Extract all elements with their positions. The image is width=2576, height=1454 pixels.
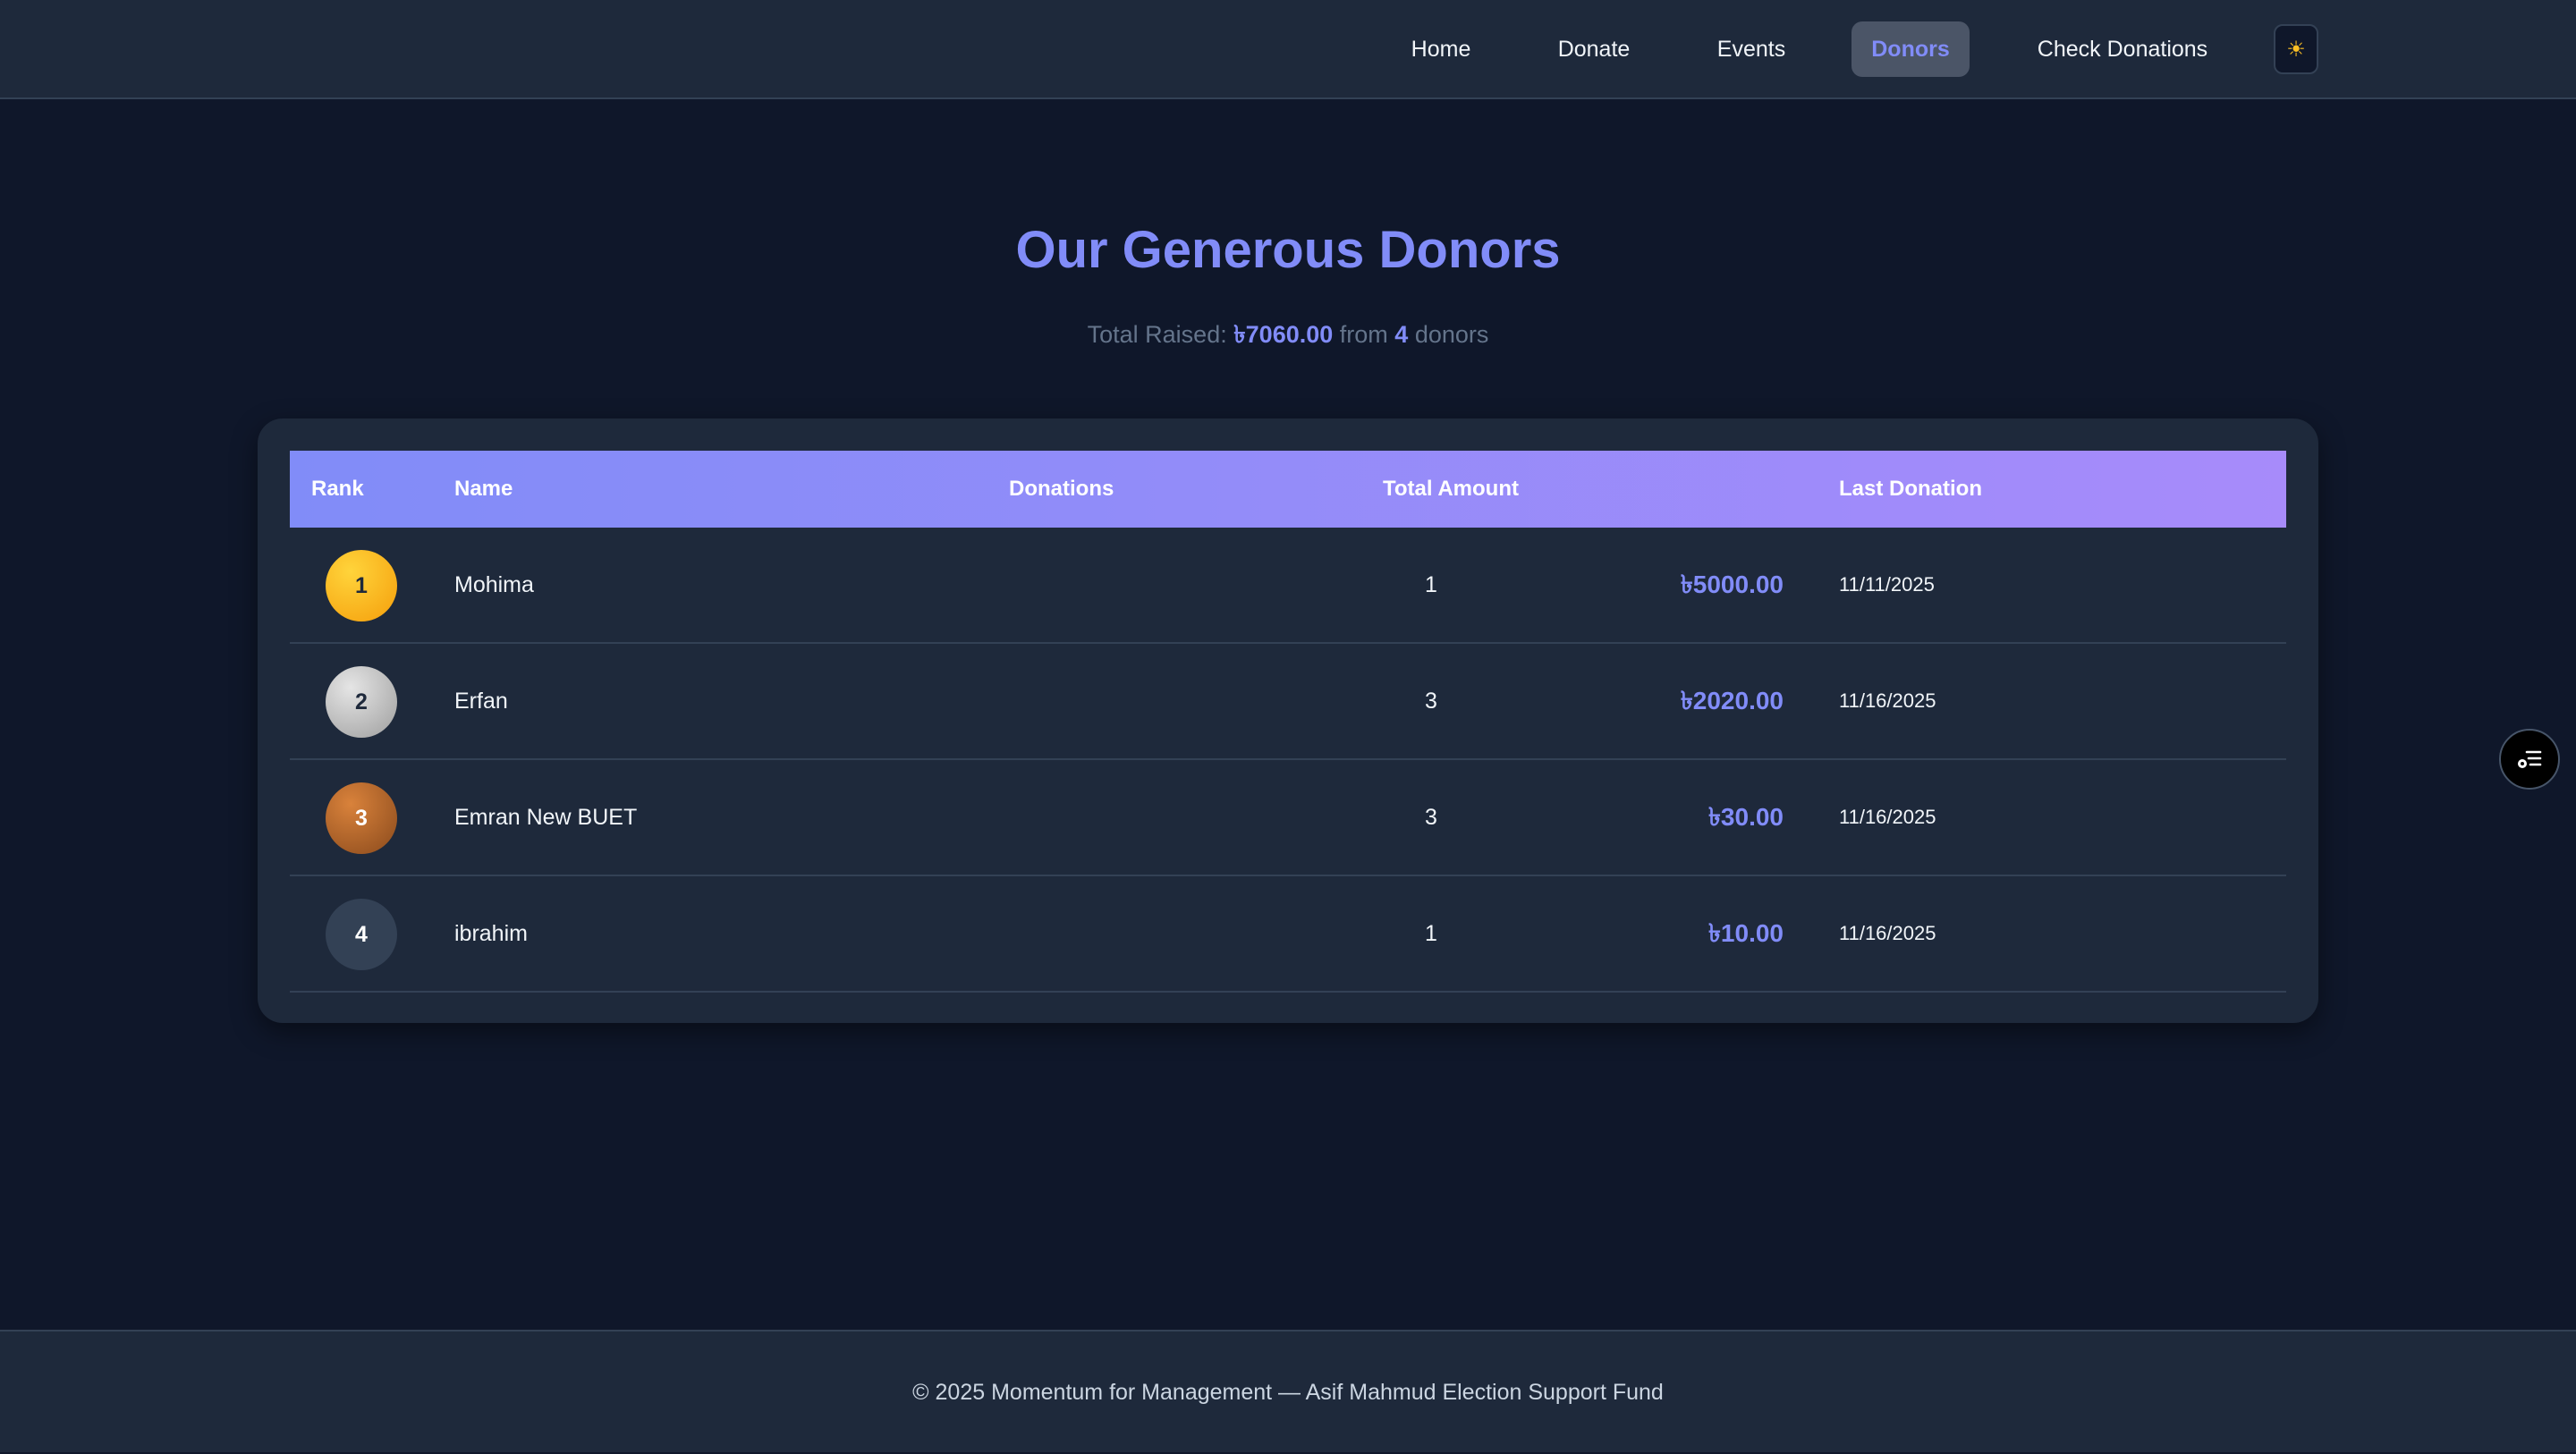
- floating-menu-button[interactable]: [2499, 729, 2560, 790]
- rank-badge-bronze: 3: [326, 782, 397, 854]
- column-header-total-amount: Total Amount: [1383, 477, 1519, 501]
- nav-check-donations[interactable]: Check Donations: [2020, 21, 2225, 77]
- total-amount: ৳10.00: [1707, 919, 1784, 947]
- rank-badge: 4: [326, 899, 397, 970]
- column-header-name: Name: [454, 477, 513, 501]
- last-donation-date: 11/16/2025: [1839, 922, 1936, 944]
- donation-count: 1: [1425, 572, 1437, 597]
- theme-toggle-button[interactable]: ☀: [2274, 24, 2318, 74]
- table-row: 3 Emran New BUET 3 ৳30.00 11/16/2025: [290, 760, 2286, 876]
- summary-suffix: donors: [1408, 321, 1489, 348]
- donor-name: Emran New BUET: [454, 805, 638, 830]
- donation-count: 3: [1425, 805, 1437, 830]
- table-row: 4 ibrahim 1 ৳10.00 11/16/2025: [290, 876, 2286, 993]
- last-donation-date: 11/16/2025: [1839, 806, 1936, 828]
- donation-summary: Total Raised: ৳7060.00 from 4 donors: [0, 317, 2576, 357]
- nav-donate[interactable]: Donate: [1542, 21, 1646, 77]
- list-settings-icon: [2518, 750, 2542, 768]
- page-title: Our Generous Donors: [1015, 221, 1561, 279]
- top-navbar: Home Donate Events Donors Check Donation…: [0, 0, 2576, 99]
- donation-count: 1: [1425, 921, 1437, 946]
- total-amount: ৳2020.00: [1680, 687, 1784, 714]
- donor-name: Erfan: [454, 689, 508, 714]
- table-header: Rank Name Donations Total Amount Last Do…: [290, 451, 2286, 528]
- donor-name: Mohima: [454, 572, 534, 597]
- summary-prefix: Total Raised:: [1087, 321, 1234, 348]
- summary-mid: from: [1333, 321, 1395, 348]
- sun-icon: ☀: [2286, 37, 2306, 62]
- donation-count: 3: [1425, 689, 1437, 714]
- nav-events[interactable]: Events: [1696, 21, 1807, 77]
- rank-badge-silver: 2: [326, 666, 397, 738]
- table-row: 2 Erfan 3 ৳2020.00 11/16/2025: [290, 644, 2286, 760]
- footer: © 2025 Momentum for Management — Asif Ma…: [0, 1330, 2576, 1452]
- total-amount: ৳30.00: [1707, 803, 1784, 831]
- donors-table-card: Rank Name Donations Total Amount Last Do…: [258, 418, 2318, 1023]
- rank-badge-gold: 1: [326, 550, 397, 621]
- nav-home[interactable]: Home: [1390, 21, 1492, 77]
- last-donation-date: 11/16/2025: [1839, 689, 1936, 712]
- footer-text: © 2025 Momentum for Management — Asif Ma…: [912, 1380, 1664, 1405]
- nav-donors[interactable]: Donors: [1852, 21, 1970, 77]
- donor-count-value: 4: [1394, 321, 1409, 348]
- column-header-rank: Rank: [311, 477, 364, 501]
- column-header-donations: Donations: [1009, 477, 1114, 501]
- table-row: 1 Mohima 1 ৳5000.00 11/11/2025: [290, 528, 2286, 644]
- total-amount: ৳5000.00: [1680, 571, 1784, 598]
- total-raised-value: ৳7060.00: [1233, 321, 1334, 348]
- donor-name: ibrahim: [454, 921, 528, 946]
- last-donation-date: 11/11/2025: [1839, 573, 1935, 596]
- column-header-last-donation: Last Donation: [1839, 477, 1982, 501]
